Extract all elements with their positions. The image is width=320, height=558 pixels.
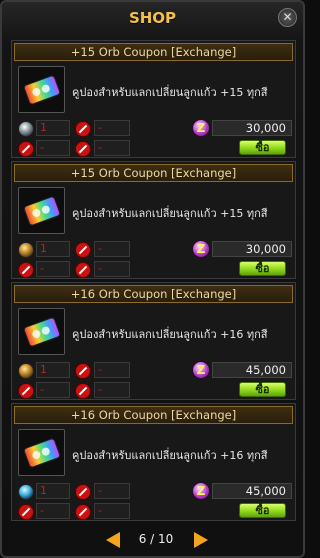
shop-item-card: +16 Orb Coupon [Exchange] คูปองสำหรับแลก… [11, 282, 296, 400]
no-entry-icon [18, 141, 34, 157]
qty-field-2: - [94, 362, 130, 378]
shop-item-card: +15 Orb Coupon [Exchange] คูปองสำหรับแลก… [11, 161, 296, 279]
z-coin-icon: Z [192, 482, 210, 500]
prev-page-arrow-icon[interactable] [106, 532, 120, 548]
no-entry-icon [75, 262, 91, 278]
item-price: 30,000 [212, 241, 292, 257]
silver-gem-icon [18, 121, 34, 137]
close-button[interactable]: ✕ [278, 8, 297, 27]
no-entry-icon [75, 121, 91, 137]
qty-field-4: - [94, 382, 130, 398]
close-icon: ✕ [282, 10, 293, 24]
buy-button[interactable]: ซื้อ [239, 261, 286, 276]
qty-field-2: - [94, 120, 130, 136]
next-page-arrow-icon[interactable] [194, 532, 208, 548]
item-price: 45,000 [212, 362, 292, 378]
item-description: คูปองสำหรับแลกเปลี่ยนลูกแก้ว +15 ทุกสี [72, 207, 268, 220]
qty-field-2: - [94, 483, 130, 499]
coupon-icon[interactable] [18, 187, 65, 234]
title-bar: SHOP ✕ [2, 2, 303, 36]
item-price: 30,000 [212, 120, 292, 136]
qty-field-3: - [36, 261, 70, 277]
no-entry-icon [75, 504, 91, 520]
buy-button[interactable]: ซื้อ [239, 503, 286, 518]
coupon-icon[interactable] [18, 66, 65, 113]
qty-field-1: 1 [36, 241, 70, 257]
qty-field-3: - [36, 503, 70, 519]
gold-gem-icon [18, 363, 34, 379]
qty-field-4: - [94, 261, 130, 277]
no-entry-icon [75, 484, 91, 500]
buy-button[interactable]: ซื้อ [239, 382, 286, 397]
page-indicator: 6 / 10 [138, 532, 174, 546]
item-title: +16 Orb Coupon [Exchange] [14, 406, 293, 424]
pager: 6 / 10 [2, 528, 303, 552]
item-title: +15 Orb Coupon [Exchange] [14, 43, 293, 61]
qty-field-1: 1 [36, 362, 70, 378]
z-coin-icon: Z [192, 240, 210, 258]
coupon-icon[interactable] [18, 429, 65, 476]
qty-field-2: - [94, 241, 130, 257]
no-entry-icon [75, 363, 91, 379]
z-coin-icon: Z [192, 361, 210, 379]
gold-gem-icon [18, 242, 34, 258]
coupon-icon[interactable] [18, 308, 65, 355]
no-entry-icon [18, 504, 34, 520]
no-entry-icon [18, 262, 34, 278]
qty-field-4: - [94, 503, 130, 519]
shop-window: SHOP ✕ +15 Orb Coupon [Exchange] คูปองสำ… [0, 0, 305, 558]
no-entry-icon [18, 383, 34, 399]
no-entry-icon [75, 141, 91, 157]
item-description: คูปองสำหรับแลกเปลี่ยนลูกแก้ว +16 ทุกสี [72, 328, 268, 341]
qty-field-1: 1 [36, 483, 70, 499]
blue-gem-icon [18, 484, 34, 500]
qty-field-3: - [36, 140, 70, 156]
qty-field-1: 1 [36, 120, 70, 136]
item-description: คูปองสำหรับแลกเปลี่ยนลูกแก้ว +15 ทุกสี [72, 86, 268, 99]
qty-field-3: - [36, 382, 70, 398]
no-entry-icon [75, 383, 91, 399]
shop-item-card: +15 Orb Coupon [Exchange] คูปองสำหรับแลก… [11, 40, 296, 158]
window-title: SHOP [128, 9, 177, 27]
item-title: +15 Orb Coupon [Exchange] [14, 164, 293, 182]
z-coin-icon: Z [192, 119, 210, 137]
item-title: +16 Orb Coupon [Exchange] [14, 285, 293, 303]
shop-item-card: +16 Orb Coupon [Exchange] คูปองสำหรับแลก… [11, 403, 296, 521]
buy-button[interactable]: ซื้อ [239, 140, 286, 155]
item-price: 45,000 [212, 483, 292, 499]
qty-field-4: - [94, 140, 130, 156]
no-entry-icon [75, 242, 91, 258]
item-description: คูปองสำหรับแลกเปลี่ยนลูกแก้ว +16 ทุกสี [72, 449, 268, 462]
